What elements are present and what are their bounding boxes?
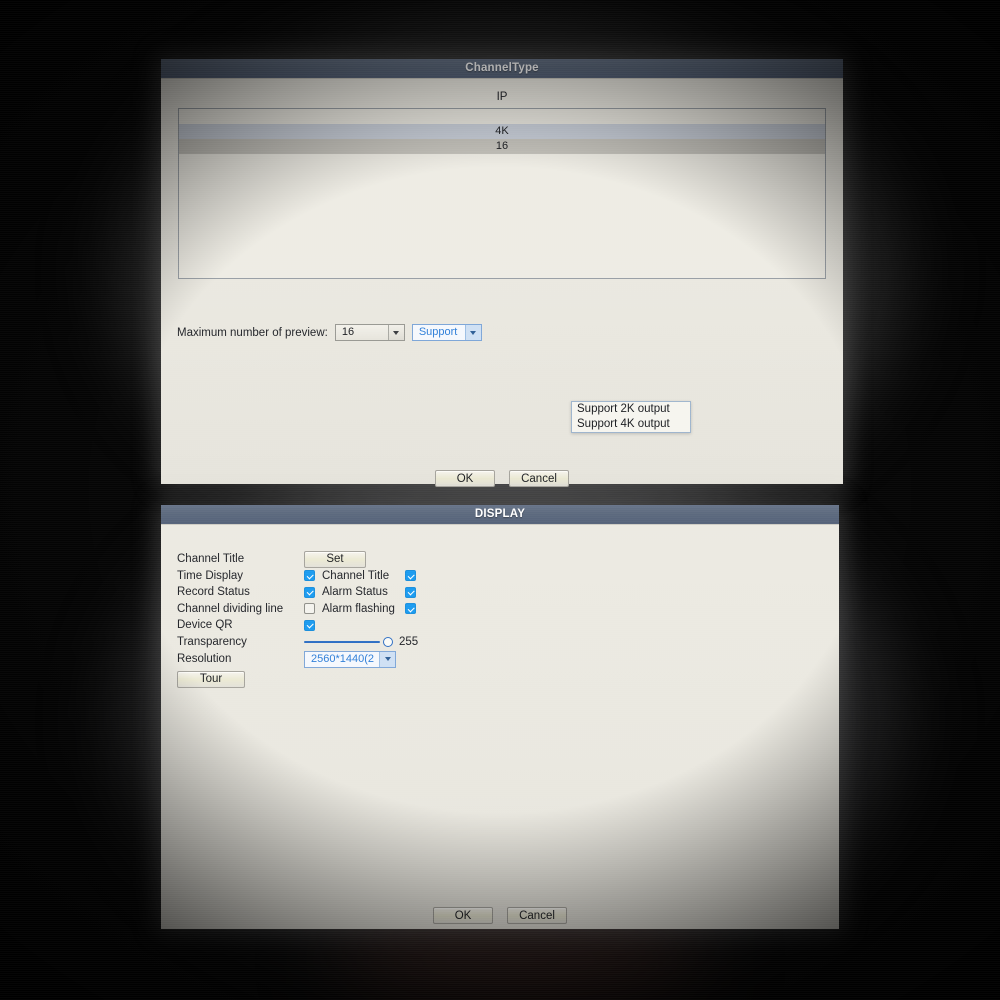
preview-controls: Maximum number of preview: 16 Support: [177, 324, 482, 341]
display-body: Channel Title Set Time Display Channel T…: [161, 525, 839, 929]
slider-track[interactable]: [304, 640, 380, 643]
max-preview-combobox[interactable]: 16: [334, 324, 405, 341]
tour-label-slot: Tour: [177, 670, 304, 688]
cancel-button[interactable]: Cancel: [507, 907, 567, 924]
row-resolution: Resolution 2560*1440(2: [177, 650, 418, 668]
transparency-value: 255: [399, 635, 419, 648]
alarm-status-checkbox[interactable]: [405, 586, 416, 598]
channel-dividing-line-checkbox[interactable]: [304, 603, 315, 615]
alarm-flashing-checkbox[interactable]: [405, 603, 416, 615]
channel-title-label: Channel Title: [177, 553, 245, 566]
table-row-empty-top: [179, 109, 825, 124]
row-tour: Tour: [177, 670, 418, 688]
alarm-status-label: Alarm Status: [322, 586, 388, 599]
channel-title-check-label: Channel Title: [322, 569, 390, 582]
channel-title-checkbox[interactable]: [405, 570, 416, 582]
max-preview-label: Maximum number of preview:: [177, 326, 328, 339]
row-time-display: Time Display Channel Title: [177, 568, 418, 585]
transparency-label: Transparency: [177, 635, 247, 648]
set-button[interactable]: Set: [304, 550, 366, 568]
cancel-button[interactable]: Cancel: [509, 470, 569, 487]
dropdown-option[interactable]: Support 4K output: [572, 417, 690, 432]
channel-dividing-line-label: Channel dividing line: [177, 602, 284, 615]
chevron-down-icon[interactable]: [379, 651, 395, 667]
device-qr-label: Device QR: [177, 619, 233, 632]
display-dialog: DISPLAY Channel Title Set Time Display C…: [161, 505, 839, 929]
transparency-slider[interactable]: 255: [304, 636, 418, 648]
chevron-down-icon[interactable]: [387, 325, 404, 340]
channel-type-dialog: ChannelType IP 4K 16 Maximum number of p…: [161, 59, 843, 487]
output-support-dropdown-list[interactable]: Support 2K output Support 4K output: [571, 401, 691, 433]
device-qr-checkbox[interactable]: [304, 619, 315, 631]
table-row-selected[interactable]: 16: [179, 139, 825, 154]
tour-button[interactable]: Tour: [177, 670, 245, 688]
channel-type-footer: OK Cancel: [161, 470, 843, 487]
slider-handle[interactable]: [383, 636, 393, 647]
resolution-combobox[interactable]: 2560*1440(2: [304, 650, 396, 668]
row-channel-title: Channel Title Set: [177, 550, 418, 568]
ok-button[interactable]: OK: [433, 907, 493, 924]
chevron-down-icon[interactable]: [464, 325, 481, 340]
resolution-value: 2560*1440(2: [305, 651, 380, 667]
dropdown-option[interactable]: Support 2K output: [572, 402, 690, 417]
channel-type-titlebar: ChannelType: [161, 59, 843, 79]
display-titlebar: DISPLAY: [161, 505, 839, 525]
monitor-screen: ChannelType IP 4K 16 Maximum number of p…: [0, 0, 1000, 1000]
channel-type-body: IP 4K 16 Maximum number of preview: 16 S…: [161, 79, 843, 487]
alarm-flashing-label: Alarm flashing: [322, 602, 395, 615]
max-preview-value: 16: [335, 325, 388, 340]
display-settings-rows: Channel Title Set Time Display Channel T…: [177, 550, 418, 688]
record-status-checkbox[interactable]: [304, 586, 315, 598]
row-transparency: Transparency 255: [177, 634, 418, 651]
resolution-label: Resolution: [177, 653, 232, 665]
row-channel-dividing-line: Channel dividing line Alarm flashing: [177, 601, 418, 618]
channel-type-table[interactable]: 4K 16: [178, 108, 826, 279]
record-status-label: Record Status: [177, 586, 250, 599]
channel-type-column-header: IP: [496, 91, 508, 103]
display-footer: OK Cancel: [161, 907, 839, 924]
row-device-qr: Device QR: [177, 617, 418, 634]
table-row[interactable]: 4K: [179, 124, 825, 139]
output-support-combobox[interactable]: Support: [411, 324, 482, 341]
time-display-label: Time Display: [177, 569, 244, 582]
row-record-status: Record Status Alarm Status: [177, 584, 418, 601]
output-support-value: Support: [412, 325, 465, 340]
ok-button[interactable]: OK: [435, 470, 495, 487]
time-display-checkbox[interactable]: [304, 570, 315, 582]
